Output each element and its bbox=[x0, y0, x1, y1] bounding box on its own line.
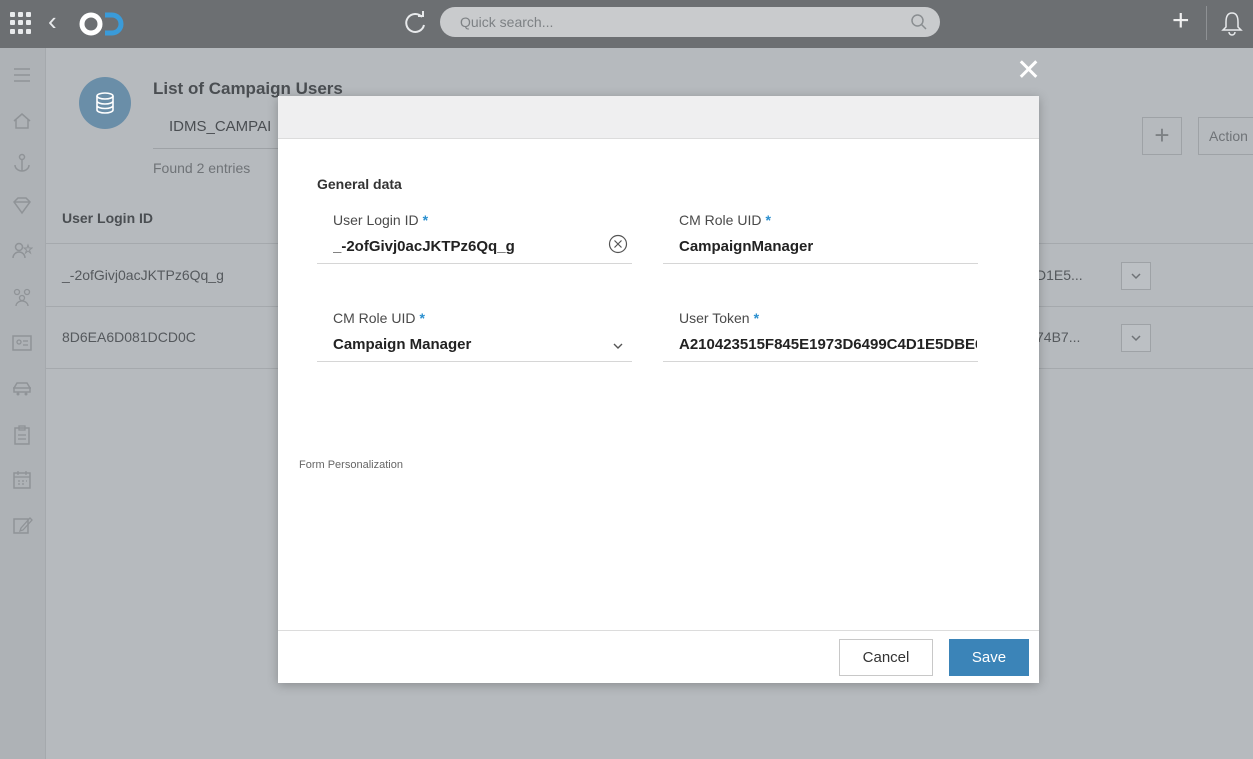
section-title: General data bbox=[317, 176, 402, 192]
menu-icon[interactable] bbox=[11, 64, 33, 86]
column-header-user-login-id[interactable]: User Login ID bbox=[62, 210, 153, 226]
required-asterisk: * bbox=[753, 310, 760, 326]
search-placeholder: Quick search... bbox=[460, 14, 554, 30]
save-button[interactable]: Save bbox=[949, 639, 1029, 676]
found-entries-count: Found 2 entries bbox=[153, 160, 251, 176]
cm-role-uid-select[interactable]: CM Role UID * Campaign Manager bbox=[317, 310, 632, 362]
dialog-header bbox=[278, 96, 1039, 139]
cm-role-uid-value[interactable]: CampaignManager bbox=[679, 238, 969, 255]
home-icon[interactable] bbox=[11, 110, 33, 132]
bell-icon[interactable] bbox=[1220, 10, 1244, 36]
field-label: User Login ID * bbox=[333, 212, 429, 228]
anchor-icon[interactable] bbox=[11, 152, 33, 174]
chevron-down-icon[interactable] bbox=[612, 342, 624, 350]
topbar-divider bbox=[1206, 6, 1207, 40]
row-login-id: _-2ofGivj0acJKTPz6Qq_g bbox=[62, 267, 224, 283]
field-label: User Token * bbox=[679, 310, 760, 326]
row-token: 74B7... bbox=[1036, 329, 1081, 345]
search-icon[interactable] bbox=[910, 13, 928, 31]
chevron-down-icon bbox=[1131, 335, 1141, 342]
add-entry-button[interactable]: + bbox=[1142, 117, 1182, 155]
dialog-footer: Cancel Save bbox=[278, 630, 1039, 683]
database-badge bbox=[79, 77, 131, 129]
add-icon[interactable]: + bbox=[1172, 6, 1190, 36]
car-icon[interactable] bbox=[11, 378, 33, 400]
row-dropdown-button[interactable] bbox=[1121, 324, 1151, 352]
cm-role-uid-text-field[interactable]: CM Role UID * CampaignManager bbox=[663, 212, 978, 264]
chevron-down-icon bbox=[1131, 273, 1141, 280]
cancel-button[interactable]: Cancel bbox=[839, 639, 933, 676]
required-asterisk: * bbox=[419, 310, 425, 326]
required-asterisk: * bbox=[422, 212, 429, 228]
edit-report-icon[interactable] bbox=[11, 514, 33, 536]
calendar-icon[interactable] bbox=[11, 468, 33, 490]
diamond-icon[interactable] bbox=[11, 194, 33, 216]
field-label: CM Role UID * bbox=[679, 212, 771, 228]
row-login-id: 8D6EA6D081DCD0C bbox=[62, 329, 196, 345]
contact-card-icon[interactable] bbox=[11, 332, 33, 354]
app-logo[interactable] bbox=[78, 9, 128, 39]
row-token: D1E5... bbox=[1036, 267, 1083, 283]
required-asterisk: * bbox=[765, 212, 771, 228]
database-icon bbox=[96, 92, 114, 114]
user-token-value[interactable]: A210423515F845E1973D6499C4D1E5DBE66 bbox=[679, 336, 977, 353]
back-arrow-icon[interactable]: ‹ bbox=[48, 8, 57, 34]
apps-grid-icon[interactable] bbox=[10, 12, 32, 34]
user-login-id-field[interactable]: User Login ID * _-2ofGivj0acJKTPz6Qq_g bbox=[317, 212, 632, 264]
refresh-icon[interactable] bbox=[400, 8, 430, 38]
field-label: CM Role UID * bbox=[333, 310, 425, 326]
edit-dialog: General data User Login ID * _-2ofGivj0ac… bbox=[278, 96, 1039, 683]
row-dropdown-button[interactable] bbox=[1121, 262, 1151, 290]
user-star-icon[interactable] bbox=[11, 240, 33, 262]
form-personalization-link[interactable]: Form Personalization bbox=[299, 459, 403, 471]
clipboard-icon[interactable] bbox=[11, 424, 33, 446]
user-login-id-value[interactable]: _-2ofGivj0acJKTPz6Qq_g bbox=[333, 238, 593, 255]
sidebar bbox=[0, 48, 46, 759]
clear-circle-icon[interactable] bbox=[608, 234, 628, 254]
actions-button[interactable]: Action bbox=[1198, 117, 1253, 155]
quick-search-input[interactable]: Quick search... bbox=[440, 7, 940, 37]
close-modal-icon[interactable]: ✕ bbox=[1016, 56, 1041, 86]
users-group-icon[interactable] bbox=[11, 286, 33, 308]
user-token-field[interactable]: User Token * A210423515F845E1973D6499C4D1… bbox=[663, 310, 978, 362]
cm-role-select-value[interactable]: Campaign Manager bbox=[333, 336, 593, 353]
top-bar: ‹ Quick search... + bbox=[0, 0, 1253, 48]
